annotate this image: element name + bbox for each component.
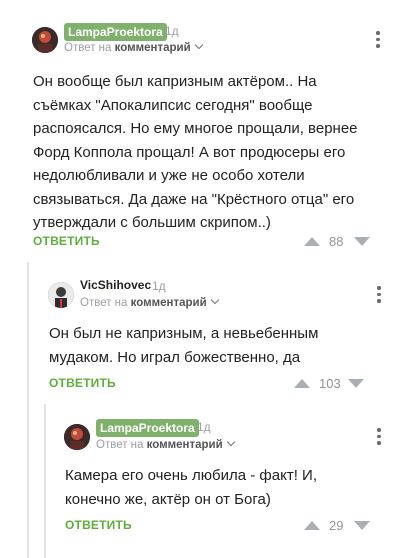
chevron-down-icon — [226, 437, 235, 447]
comment-text: Камера его очень любила - факт! И, конеч… — [65, 467, 317, 508]
reply-to-link[interactable]: Ответ на комментарий — [64, 40, 203, 54]
username[interactable]: VicShihovec — [80, 278, 151, 292]
comment-age: 1д — [165, 24, 179, 38]
score: 103 — [319, 376, 341, 391]
vertical-ellipsis-icon[interactable] — [376, 31, 380, 51]
comment-age: 1д — [152, 279, 166, 293]
username[interactable]: LampaProektora — [64, 23, 167, 41]
score: 88 — [329, 234, 344, 249]
triangle-down-icon[interactable] — [354, 521, 370, 530]
reply-button[interactable]: ОТВЕТИТЬ — [65, 518, 132, 532]
avatar[interactable] — [48, 282, 74, 308]
vote-control: 103 — [294, 376, 364, 391]
triangle-up-icon[interactable] — [304, 521, 320, 530]
reply-to-link[interactable]: Ответ на комментарий — [96, 437, 235, 451]
thread-line — [27, 262, 29, 558]
chevron-down-icon — [210, 295, 219, 305]
vertical-ellipsis-icon[interactable] — [377, 286, 381, 306]
triangle-down-icon[interactable] — [354, 237, 370, 246]
comment-text: Он вообще был капризным актёром.. На съё… — [33, 73, 358, 231]
reply-to-link[interactable]: Ответ на комментарий — [80, 295, 219, 309]
triangle-up-icon[interactable] — [294, 379, 310, 388]
vote-control: 29 — [304, 518, 370, 533]
reply-button[interactable]: ОТВЕТИТЬ — [33, 234, 100, 248]
comment-age: 1д — [197, 420, 211, 434]
vertical-ellipsis-icon[interactable] — [377, 428, 381, 448]
vote-control: 88 — [304, 234, 370, 249]
avatar[interactable] — [32, 27, 58, 53]
score: 29 — [329, 518, 344, 533]
triangle-up-icon[interactable] — [304, 237, 320, 246]
comment-text: Он был не капризным, а невьебенным мудак… — [49, 325, 319, 366]
reply-button[interactable]: ОТВЕТИТЬ — [49, 376, 116, 390]
chevron-down-icon — [194, 40, 203, 50]
username[interactable]: LampaProektora — [96, 419, 199, 437]
avatar[interactable] — [64, 424, 90, 450]
triangle-down-icon[interactable] — [347, 379, 364, 388]
thread-line — [44, 404, 46, 558]
